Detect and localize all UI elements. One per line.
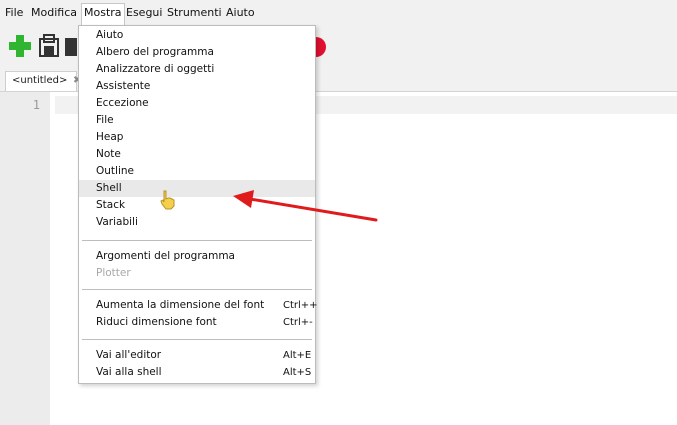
arrow-annotation xyxy=(233,190,378,222)
